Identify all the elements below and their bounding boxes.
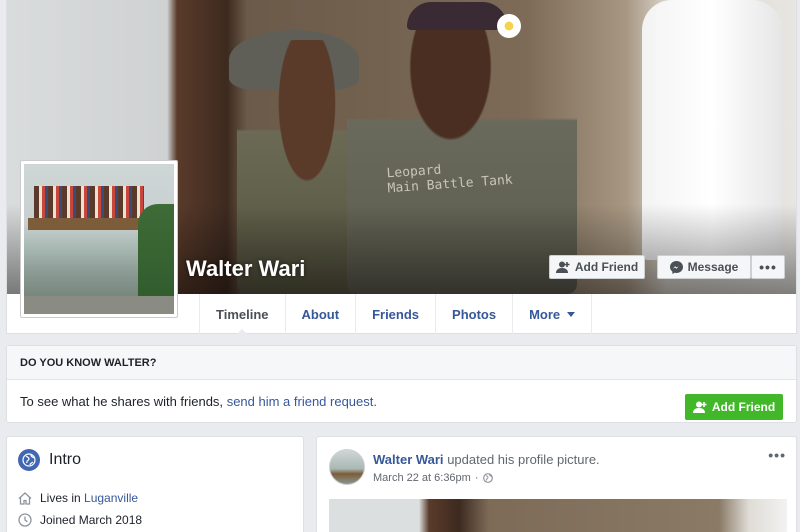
post-card: Walter Wari updated his profile picture.… xyxy=(316,436,797,532)
profile-name[interactable]: Walter Wari xyxy=(186,256,305,282)
intro-lives: Lives in Luganville xyxy=(18,491,138,505)
joined-text: Joined March 2018 xyxy=(40,513,143,527)
add-friend-label: Add Friend xyxy=(574,260,639,274)
do-you-know-heading: DO YOU KNOW WALTER? xyxy=(7,346,796,380)
tab-friends[interactable]: Friends xyxy=(356,294,437,334)
clock-icon xyxy=(18,513,32,527)
more-options-button[interactable]: ••• xyxy=(751,255,785,279)
add-friend-icon xyxy=(692,401,707,413)
profile-picture[interactable] xyxy=(20,160,178,318)
post-image[interactable] xyxy=(329,499,787,532)
post-date-link[interactable]: March 22 at 6:36pm xyxy=(373,472,471,484)
tab-photos[interactable]: Photos xyxy=(436,294,514,334)
tab-more[interactable]: More xyxy=(513,294,593,334)
caret-down-icon xyxy=(567,311,576,317)
post-author-link[interactable]: Walter Wari xyxy=(373,452,444,467)
post-action-text: updated his profile picture. xyxy=(447,452,600,467)
message-label: Message xyxy=(687,260,739,274)
friend-request-link[interactable]: send him a friend request. xyxy=(227,394,377,409)
tab-more-label: More xyxy=(529,306,561,322)
message-button[interactable]: Message xyxy=(657,255,751,279)
add-friend-green-label: Add Friend xyxy=(711,400,776,414)
do-you-know-text: To see what he shares with friends, xyxy=(20,393,224,409)
public-globe-icon[interactable] xyxy=(482,473,493,483)
globe-icon xyxy=(18,449,40,471)
intro-joined: Joined March 2018 xyxy=(18,513,142,527)
lives-place-link[interactable]: Luganville xyxy=(84,491,138,505)
tab-timeline[interactable]: Timeline xyxy=(199,294,286,335)
intro-title: Intro xyxy=(49,451,82,468)
tab-about[interactable]: About xyxy=(286,294,357,334)
home-icon xyxy=(18,491,32,505)
post-meta-separator: · xyxy=(474,472,479,484)
intro-card: Intro Lives in Luganville Joined March 2… xyxy=(6,436,304,532)
add-friend-icon xyxy=(555,261,570,273)
post-avatar[interactable] xyxy=(329,449,365,485)
add-friend-green-button[interactable]: Add Friend xyxy=(685,394,783,420)
do-you-know-card: DO YOU KNOW WALTER? To see what he share… xyxy=(6,345,797,423)
add-friend-button[interactable]: Add Friend xyxy=(549,255,645,279)
lives-prefix: Lives in xyxy=(40,491,81,505)
messenger-icon xyxy=(669,260,683,274)
post-options-button[interactable]: ••• xyxy=(768,447,786,463)
profile-nav: Timeline About Friends Photos More xyxy=(199,294,593,335)
